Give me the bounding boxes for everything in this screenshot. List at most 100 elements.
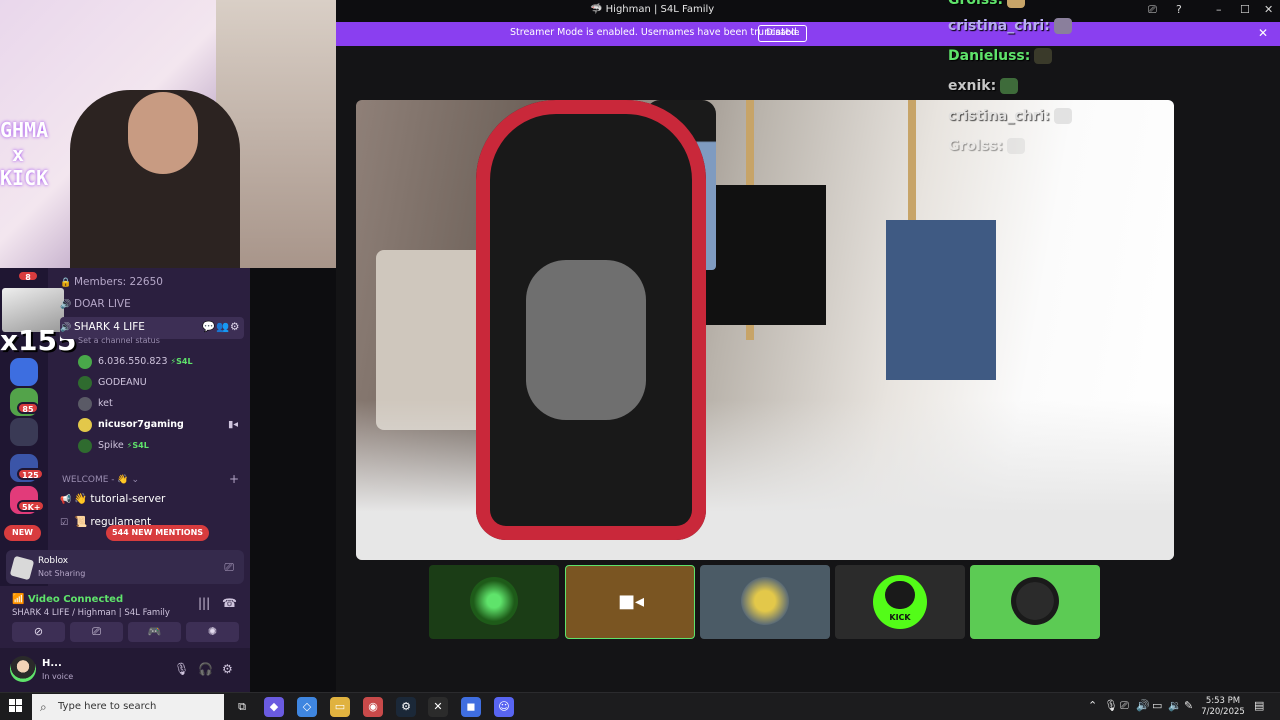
user-tag: ⚡S4L: [126, 441, 149, 450]
add-channel-icon[interactable]: +: [229, 472, 239, 486]
voice-status: 📶 Video Connected: [12, 594, 124, 605]
headphones-icon[interactable]: 🎧: [198, 662, 213, 676]
avatar: [470, 577, 518, 625]
participant-tile[interactable]: [429, 565, 559, 639]
xbox-icon[interactable]: ✕: [428, 697, 448, 717]
camera-toggle-button[interactable]: ⊘: [12, 622, 65, 642]
voice-channel-doar-live[interactable]: 🔊 DOAR LIVE: [60, 294, 244, 314]
avatar: [78, 375, 92, 390]
new-pill[interactable]: NEW: [4, 525, 41, 541]
network-tray-icon[interactable]: ⎚: [1120, 699, 1129, 713]
windows-start-icon[interactable]: [9, 699, 23, 713]
video-tv: [706, 185, 826, 325]
unread-badge: 125: [17, 468, 44, 480]
voice-user[interactable]: Spike ⚡S4L: [78, 436, 149, 456]
activity-button[interactable]: 🎮: [128, 622, 181, 642]
voice-user[interactable]: ket: [78, 394, 113, 414]
members-label: Members: 22650: [74, 276, 163, 288]
close-icon[interactable]: ✕: [1264, 3, 1273, 16]
taskbar-clock[interactable]: 5:53 PM 7/20/2025: [1200, 696, 1246, 718]
noise-suppression-icon[interactable]: |||: [198, 596, 210, 610]
activity-app: Roblox: [38, 556, 69, 566]
participant-tile[interactable]: KICK: [835, 565, 965, 639]
text-channel-tutorial-server[interactable]: 📢 👋 tutorial-server: [60, 489, 244, 509]
screen-share-icon[interactable]: ⎚: [224, 560, 234, 575]
window-title: 🦈 Highman | S4L Family: [590, 4, 714, 15]
voice-user[interactable]: nicusor7gaming ▮◂: [78, 415, 238, 435]
voice-user[interactable]: 6.036.550.823 ⚡S4L: [78, 352, 193, 372]
search-placeholder: Type here to search: [58, 701, 157, 712]
new-mentions-pill[interactable]: 544 NEW MENTIONS: [106, 525, 210, 541]
app-logo-icon: 🦈: [590, 4, 603, 15]
chat-icon[interactable]: 💬: [202, 317, 215, 337]
file-explorer-icon[interactable]: ▭: [330, 697, 350, 717]
browser-icon[interactable]: ◉: [363, 697, 383, 717]
channel-label: DOAR LIVE: [74, 298, 131, 310]
kick-logo-text: KICK: [889, 613, 911, 622]
video-chair-seat: [526, 260, 646, 420]
voice-user-name: nicusor7gaming: [98, 419, 184, 430]
steam-icon[interactable]: ⚙: [396, 697, 416, 717]
search-icon: ⌕: [40, 700, 47, 714]
gear-icon[interactable]: ⚙: [222, 662, 233, 676]
windows-taskbar: ⌕ Type here to search ⧉ ◆ ◇ ▭ ◉ ⚙ ✕ ◼ ☺ ⌃…: [0, 692, 1280, 720]
rules-icon: ☑: [60, 518, 69, 528]
task-view-icon[interactable]: ⧉: [232, 697, 252, 717]
participant-tile[interactable]: [700, 565, 830, 639]
copilot-icon[interactable]: ◆: [264, 697, 284, 717]
activity-panel: Roblox Not Sharing ⎚: [6, 550, 244, 584]
wifi-tray-icon[interactable]: ▭: [1152, 699, 1162, 712]
roblox-icon: [9, 555, 35, 581]
streamer-webcam: GHMA x KICK: [0, 0, 336, 268]
disconnect-icon[interactable]: ☎: [222, 596, 237, 610]
channel-label: tutorial-server: [90, 493, 166, 505]
soundboard-button[interactable]: ✺: [186, 622, 239, 642]
gear-icon[interactable]: ⚙: [230, 317, 239, 337]
server-icon[interactable]: [10, 358, 38, 386]
server-icon[interactable]: [10, 418, 38, 446]
microphone-tray-icon[interactable]: 🎙: [1104, 699, 1118, 712]
participant-tile[interactable]: [970, 565, 1100, 639]
screen-share-button[interactable]: ⎚: [70, 622, 123, 642]
help-icon[interactable]: ?: [1176, 3, 1182, 16]
avatar: [78, 354, 92, 369]
disable-button[interactable]: Disable: [758, 25, 808, 42]
discord-taskbar-icon[interactable]: ☺: [494, 697, 514, 717]
announcement-icon: 📢: [60, 495, 72, 505]
voice-user[interactable]: GODEANU: [78, 373, 147, 393]
notifications-icon[interactable]: ▤: [1254, 699, 1264, 712]
clock-date: 7/20/2025: [1201, 707, 1245, 717]
screen-icon[interactable]: ⎚: [1148, 3, 1157, 17]
microphone-icon[interactable]: 🎙: [174, 662, 189, 676]
chevron-up-icon[interactable]: ⌃: [1088, 699, 1097, 712]
speaker-icon: 🔊: [60, 323, 72, 333]
copilot-app-icon[interactable]: ◇: [297, 697, 317, 717]
voice-channel-path[interactable]: SHARK 4 LIFE / Highman | S4L Family: [12, 608, 170, 618]
channel-status-hint[interactable]: Set a channel status: [78, 336, 160, 345]
volume-tray-icon[interactable]: 🔊: [1136, 699, 1150, 712]
speaker-icon: 🔊: [60, 300, 72, 310]
roblox-taskbar-icon[interactable]: ◼: [461, 697, 481, 717]
avatar: [78, 417, 92, 432]
add-member-icon[interactable]: 👥: [216, 317, 229, 337]
category-label: WELCOME -: [62, 475, 115, 485]
focused-video-stream[interactable]: [356, 100, 1174, 560]
voice-user-name: Spike: [98, 440, 124, 451]
close-icon[interactable]: ✕: [1258, 26, 1268, 40]
kick-avatar: KICK: [873, 575, 927, 629]
minimize-icon[interactable]: –: [1216, 3, 1222, 16]
banner-message: Streamer Mode is enabled. Usernames have…: [510, 27, 800, 38]
video-stage: ■◂ KICK: [336, 46, 1280, 692]
avatar: [78, 396, 92, 411]
tag-label: S4L: [132, 441, 149, 450]
maximize-icon[interactable]: ☐: [1240, 3, 1250, 16]
participant-tile[interactable]: ■◂: [565, 565, 695, 639]
unread-badge: 85: [17, 402, 39, 414]
taskbar-search[interactable]: ⌕ Type here to search: [32, 694, 224, 720]
pen-tray-icon[interactable]: ✎: [1184, 699, 1193, 712]
speaker-tray-icon[interactable]: 🔉: [1168, 699, 1182, 712]
category-welcome[interactable]: WELCOME - 👋 ⌄: [62, 475, 139, 485]
activity-state: Not Sharing: [38, 569, 86, 578]
avatar[interactable]: [10, 656, 36, 682]
user-name: H...: [42, 658, 62, 669]
